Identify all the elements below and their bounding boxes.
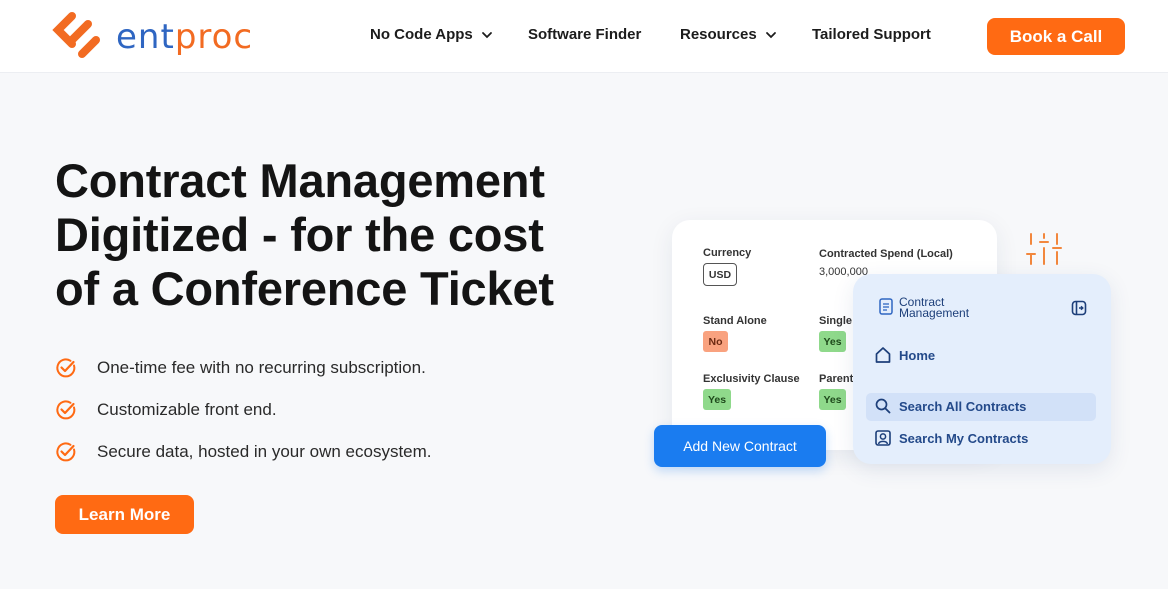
parent-label: Parent [819, 373, 854, 385]
site-header: entproc No Code Apps Software Finder Res… [0, 0, 1168, 73]
exclusivity-value-tag: Yes [703, 389, 731, 410]
nav-item-label: No Code Apps [370, 26, 473, 43]
book-a-call-button[interactable]: Book a Call [987, 18, 1125, 55]
hero-title-line: of a Conference Ticket [55, 262, 554, 315]
nav-item-label: Resources [680, 26, 757, 43]
brand-logo[interactable]: entproc [50, 10, 253, 64]
panel-item-search-all-contracts[interactable]: Search All Contracts [875, 398, 1026, 414]
panel-item-label: Search My Contracts [899, 430, 1029, 446]
contracted-spend-label: Contracted Spend (Local) [819, 248, 953, 260]
search-icon [875, 398, 891, 414]
currency-value-tag: USD [703, 263, 737, 286]
nav-item-tailored-support[interactable]: Tailored Support [812, 26, 931, 43]
check-circle-icon [56, 358, 76, 378]
feature-item: Secure data, hosted in your own ecosyste… [55, 441, 432, 463]
learn-more-button[interactable]: Learn More [55, 495, 194, 534]
nav-item-no-code-apps[interactable]: No Code Apps [370, 26, 493, 43]
brand-wordmark-part1: ent [116, 17, 175, 57]
nav-item-label: Software Finder [528, 26, 642, 43]
sliders-icon [1026, 233, 1062, 265]
single-source-value-tag: Yes [819, 331, 846, 352]
nav-item-label: Tailored Support [812, 26, 931, 43]
brand-wordmark-part2: proc [174, 17, 254, 57]
feature-text: Secure data, hosted in your own ecosyste… [97, 442, 432, 461]
panel-item-home[interactable]: Home [875, 346, 935, 364]
hero-title: Contract Management Digitized - for the … [55, 154, 655, 316]
panel-title-line: Management [899, 306, 970, 320]
chevron-down-icon [481, 31, 492, 38]
panel-item-label: Home [899, 347, 936, 363]
feature-item: Customizable front end. [55, 399, 277, 421]
hero-title-line: Contract Management [55, 154, 545, 207]
feature-text: One-time fee with no recurring subscript… [97, 358, 426, 377]
currency-label: Currency [703, 247, 752, 259]
parent-value-tag: Yes [819, 389, 846, 410]
feature-item: One-time fee with no recurring subscript… [55, 357, 426, 379]
single-source-label: Single S [819, 315, 853, 327]
panel-title: Contract Management [899, 296, 970, 320]
nav-item-software-finder[interactable]: Software Finder [528, 26, 641, 43]
panel-item-label: Search All Contracts [899, 398, 1027, 414]
panel-item-search-my-contracts[interactable]: Search My Contracts [875, 430, 1028, 446]
add-new-contract-button[interactable]: Add New Contract [654, 425, 826, 467]
chevron-down-icon [765, 31, 776, 38]
brand-wordmark: entproc [116, 20, 253, 54]
check-circle-icon [56, 442, 76, 462]
stand-alone-label: Stand Alone [703, 315, 767, 327]
scroll-doc-icon [879, 298, 893, 315]
stand-alone-value-tag: No [703, 331, 728, 352]
user-search-icon [875, 430, 891, 446]
hero-title-line: Digitized - for the cost [55, 208, 544, 261]
check-circle-icon [56, 400, 76, 420]
feature-text: Customizable front end. [97, 400, 277, 419]
nav-item-resources[interactable]: Resources [680, 26, 777, 43]
entproc-logo-icon [52, 12, 100, 58]
home-icon [875, 347, 891, 363]
collapse-panel-icon[interactable] [1071, 300, 1087, 316]
exclusivity-clause-label: Exclusivity Clause [703, 373, 800, 385]
